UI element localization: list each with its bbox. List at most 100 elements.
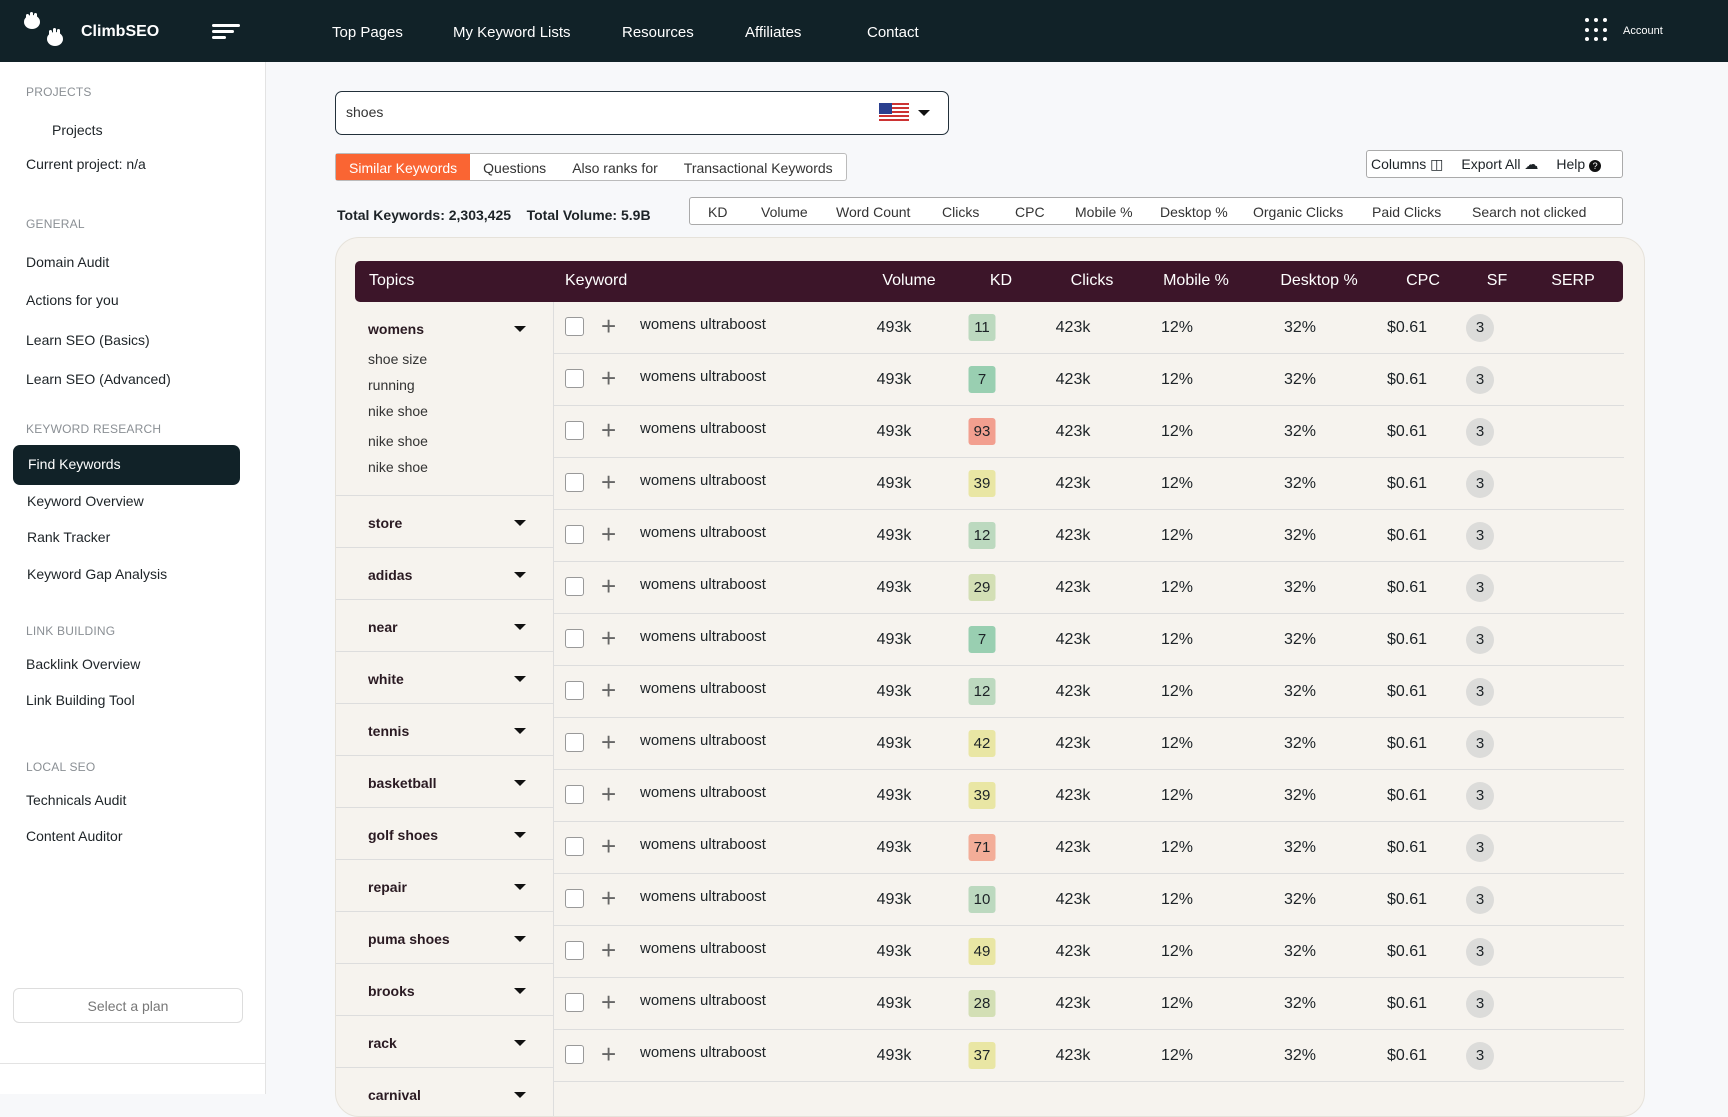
header-sf[interactable]: SF <box>1487 272 1507 290</box>
chevron-down-icon[interactable] <box>514 1092 526 1098</box>
filter-cpc[interactable]: CPC <box>1015 204 1045 220</box>
keyword-cell[interactable]: womens ultraboost <box>640 680 766 697</box>
keyword-cell[interactable]: womens ultraboost <box>640 888 766 905</box>
sidebar-item-link-building-tool[interactable]: Link Building Tool <box>26 692 135 708</box>
add-to-list-plus-icon[interactable]: + <box>601 779 616 810</box>
subtopic-item[interactable]: nike shoe <box>368 459 428 475</box>
filter-clicks[interactable]: Clicks <box>942 204 979 220</box>
add-to-list-plus-icon[interactable]: + <box>601 519 616 550</box>
topic-item[interactable]: rack <box>336 1016 554 1068</box>
sidebar-item-content-auditor[interactable]: Content Auditor <box>26 828 123 844</box>
header-cpc[interactable]: CPC <box>1406 272 1440 290</box>
topic-item[interactable]: store <box>336 496 554 548</box>
add-to-list-plus-icon[interactable]: + <box>601 311 616 342</box>
topic-item[interactable]: womens shoe size running nike shoe nike shoe… <box>336 302 554 496</box>
topic-item[interactable]: basketball <box>336 756 554 808</box>
row-checkbox[interactable] <box>565 941 584 960</box>
chevron-down-icon[interactable] <box>514 988 526 994</box>
sidebar-item-backlink-overview[interactable]: Backlink Overview <box>26 656 140 672</box>
add-to-list-plus-icon[interactable]: + <box>601 623 616 654</box>
keyword-cell[interactable]: womens ultraboost <box>640 732 766 749</box>
brand-name[interactable]: ClimbSEO <box>81 23 159 41</box>
sidebar-item-learn-advanced[interactable]: Learn SEO (Advanced) <box>26 371 171 387</box>
chevron-down-icon[interactable] <box>514 1040 526 1046</box>
row-checkbox[interactable] <box>565 993 584 1012</box>
topic-item[interactable]: near <box>336 600 554 652</box>
filter-word-count[interactable]: Word Count <box>836 204 910 220</box>
add-to-list-plus-icon[interactable]: + <box>601 987 616 1018</box>
chevron-down-icon[interactable] <box>514 832 526 838</box>
row-checkbox[interactable] <box>565 733 584 752</box>
filter-kd[interactable]: KD <box>708 204 727 220</box>
chevron-down-icon[interactable] <box>514 572 526 578</box>
keyword-cell[interactable]: womens ultraboost <box>640 836 766 853</box>
add-to-list-plus-icon[interactable]: + <box>601 727 616 758</box>
row-checkbox[interactable] <box>565 577 584 596</box>
subtopic-item[interactable]: running <box>368 377 415 393</box>
search-input[interactable] <box>346 104 846 120</box>
sidebar-item-learn-basics[interactable]: Learn SEO (Basics) <box>26 332 150 348</box>
menu-toggle-icon[interactable] <box>212 24 240 40</box>
chevron-down-icon[interactable] <box>514 728 526 734</box>
nav-my-keyword-lists[interactable]: My Keyword Lists <box>453 24 571 41</box>
help-button[interactable]: Help ? <box>1556 156 1602 172</box>
export-all-button[interactable]: Export All ☁ <box>1461 156 1538 173</box>
row-checkbox[interactable] <box>565 837 584 856</box>
sidebar-item-projects[interactable]: Projects <box>52 122 103 138</box>
tab-questions[interactable]: Questions <box>470 154 559 180</box>
header-volume[interactable]: Volume <box>882 272 935 290</box>
nav-contact[interactable]: Contact <box>867 24 919 41</box>
columns-button[interactable]: Columns ◫ <box>1371 156 1443 173</box>
row-checkbox[interactable] <box>565 785 584 804</box>
add-to-list-plus-icon[interactable]: + <box>601 675 616 706</box>
chevron-down-icon[interactable] <box>514 676 526 682</box>
keyword-cell[interactable]: womens ultraboost <box>640 524 766 541</box>
add-to-list-plus-icon[interactable]: + <box>601 883 616 914</box>
filter-mobile[interactable]: Mobile % <box>1075 204 1133 220</box>
row-checkbox[interactable] <box>565 629 584 648</box>
nav-resources[interactable]: Resources <box>622 24 694 41</box>
row-checkbox[interactable] <box>565 889 584 908</box>
row-checkbox[interactable] <box>565 421 584 440</box>
keyword-cell[interactable]: womens ultraboost <box>640 420 766 437</box>
sidebar-item-actions[interactable]: Actions for you <box>26 292 119 308</box>
header-keyword[interactable]: Keyword <box>565 272 627 290</box>
keyword-cell[interactable]: womens ultraboost <box>640 784 766 801</box>
filter-organic-clicks[interactable]: Organic Clicks <box>1253 204 1343 220</box>
sidebar-item-rank-tracker[interactable]: Rank Tracker <box>27 529 110 545</box>
subtopic-item[interactable]: nike shoe <box>368 433 428 449</box>
topic-item[interactable]: brooks <box>336 964 554 1016</box>
filter-paid-clicks[interactable]: Paid Clicks <box>1372 204 1441 220</box>
country-dropdown-caret-icon[interactable] <box>918 110 930 116</box>
add-to-list-plus-icon[interactable]: + <box>601 415 616 446</box>
add-to-list-plus-icon[interactable]: + <box>601 571 616 602</box>
sidebar-item-keyword-gap[interactable]: Keyword Gap Analysis <box>27 566 167 582</box>
chevron-down-icon[interactable] <box>514 936 526 942</box>
row-checkbox[interactable] <box>565 369 584 388</box>
chevron-down-icon[interactable] <box>514 884 526 890</box>
keyword-cell[interactable]: womens ultraboost <box>640 368 766 385</box>
row-checkbox[interactable] <box>565 473 584 492</box>
topic-item[interactable]: golf shoes <box>336 808 554 860</box>
add-to-list-plus-icon[interactable]: + <box>601 831 616 862</box>
account-link[interactable]: Account <box>1623 25 1663 37</box>
keyword-cell[interactable]: womens ultraboost <box>640 472 766 489</box>
add-to-list-plus-icon[interactable]: + <box>601 935 616 966</box>
select-plan-button[interactable]: Select a plan <box>13 988 243 1023</box>
sidebar-item-domain-audit[interactable]: Domain Audit <box>26 254 109 270</box>
us-flag-icon[interactable] <box>879 103 909 123</box>
sidebar-item-find-keywords[interactable]: Find Keywords <box>13 445 240 485</box>
tab-transactional-keywords[interactable]: Transactional Keywords <box>671 154 846 180</box>
apps-grid-icon[interactable] <box>1585 18 1609 42</box>
chevron-down-icon[interactable] <box>514 520 526 526</box>
row-checkbox[interactable] <box>565 317 584 336</box>
header-kd[interactable]: KD <box>990 272 1012 290</box>
row-checkbox[interactable] <box>565 681 584 700</box>
subtopic-item[interactable]: nike shoe <box>368 403 428 419</box>
header-clicks[interactable]: Clicks <box>1071 272 1114 290</box>
nav-affiliates[interactable]: Affiliates <box>745 24 801 41</box>
filter-volume[interactable]: Volume <box>761 204 808 220</box>
keyword-cell[interactable]: womens ultraboost <box>640 576 766 593</box>
topic-item[interactable]: adidas <box>336 548 554 600</box>
topic-item[interactable]: tennis <box>336 704 554 756</box>
